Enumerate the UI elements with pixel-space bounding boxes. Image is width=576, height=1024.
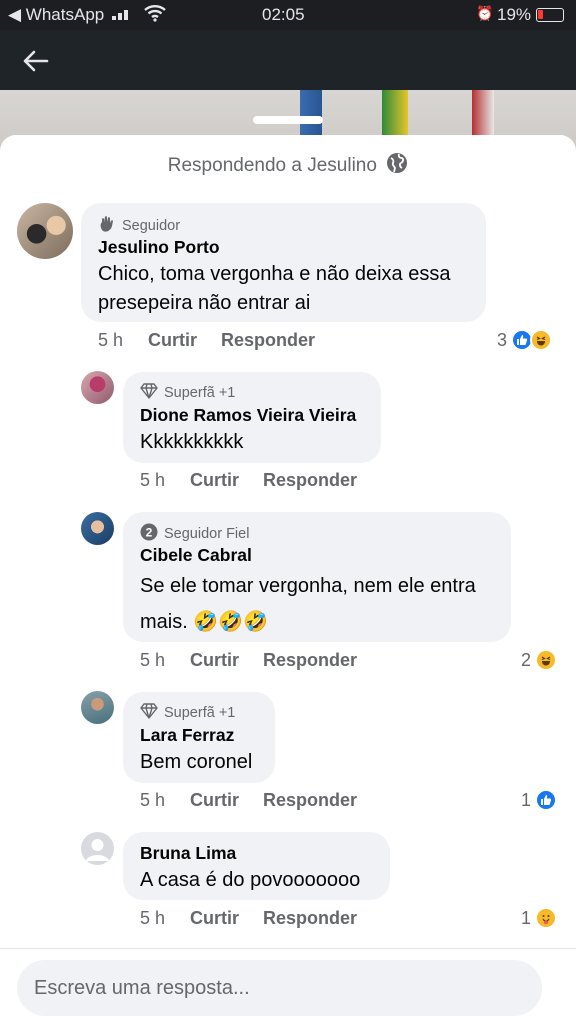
comment-time: 5 h bbox=[98, 330, 124, 350]
composer-divider bbox=[0, 948, 576, 949]
comment-author[interactable]: Dione Ramos Vieira Vieira bbox=[140, 405, 356, 426]
globe-icon bbox=[386, 152, 408, 180]
default-avatar-icon bbox=[86, 839, 109, 861]
like-button[interactable]: Curtir bbox=[148, 330, 197, 351]
diamond-icon bbox=[140, 703, 158, 723]
comment-actions: 5 h Curtir Responder bbox=[140, 470, 400, 494]
fan-badge: Seguidor bbox=[98, 215, 180, 237]
comment-text: Chico, toma vergonha e não deixa essa pr… bbox=[98, 263, 451, 314]
reaction-count: 2 bbox=[521, 649, 532, 670]
comment-text: A casa é do povooooooo bbox=[140, 869, 361, 891]
comment-actions: 5 h Curtir Responder bbox=[98, 330, 398, 354]
comment-author[interactable]: Lara Ferraz bbox=[140, 725, 234, 746]
reaction-summary[interactable]: 1 bbox=[521, 788, 558, 812]
like-reaction-icon bbox=[535, 789, 558, 811]
comment-time: 5 h bbox=[140, 650, 166, 670]
avatar[interactable] bbox=[81, 371, 114, 404]
reply-button[interactable]: Responder bbox=[263, 470, 357, 491]
reaction-count: 1 bbox=[521, 907, 532, 928]
back-arrow-icon[interactable] bbox=[18, 44, 52, 78]
reply-header-label: Respondendo a Jesulino bbox=[167, 155, 377, 176]
fan-badge: 2 Seguidor Fiel bbox=[140, 523, 249, 545]
like-button[interactable]: Curtir bbox=[190, 650, 239, 671]
wave-icon bbox=[98, 215, 116, 237]
avatar[interactable] bbox=[81, 832, 114, 865]
reply-button[interactable]: Responder bbox=[263, 908, 357, 929]
status-bar: ◀ WhatsApp 02:05 ⏰ 19% bbox=[0, 0, 576, 30]
reply-button[interactable]: Responder bbox=[263, 790, 357, 811]
comment-time: 5 h bbox=[140, 790, 166, 810]
comment-time: 5 h bbox=[140, 908, 166, 928]
battery-percent: 19% bbox=[497, 5, 532, 24]
like-button[interactable]: Curtir bbox=[190, 470, 239, 491]
comment-actions: 5 h Curtir Responder bbox=[140, 790, 400, 814]
replies-sheet: Respondendo a Jesulino Seguidor Jesulino… bbox=[0, 135, 576, 1024]
reply-header: Respondendo a Jesulino bbox=[0, 152, 576, 180]
reply-button[interactable]: Responder bbox=[221, 330, 315, 351]
care-reaction-icon bbox=[535, 907, 558, 929]
badge-label: Superfã +1 bbox=[164, 385, 236, 401]
avatar[interactable] bbox=[17, 203, 73, 259]
reply-input[interactable] bbox=[34, 960, 524, 1016]
haha-reaction-icon bbox=[530, 329, 553, 351]
battery-icon bbox=[536, 8, 564, 22]
svg-text:2: 2 bbox=[146, 526, 153, 540]
comment-author[interactable]: Jesulino Porto bbox=[98, 237, 220, 258]
reply-composer[interactable] bbox=[17, 960, 542, 1016]
comment-text: Kkkkkkkkkk bbox=[140, 431, 244, 453]
wifi-icon bbox=[144, 4, 166, 27]
fan-badge: Superfã +1 bbox=[140, 703, 235, 723]
avatar[interactable] bbox=[81, 512, 114, 545]
diamond-icon bbox=[140, 383, 158, 403]
level-2-icon: 2 bbox=[140, 523, 158, 545]
like-button[interactable]: Curtir bbox=[190, 908, 239, 929]
comment-time: 5 h bbox=[140, 470, 166, 490]
alarm-icon: ⏰ bbox=[476, 5, 494, 21]
haha-reaction-icon bbox=[535, 649, 558, 671]
avatar[interactable] bbox=[81, 691, 114, 724]
comment-actions: 5 h Curtir Responder bbox=[140, 650, 400, 674]
reaction-count: 1 bbox=[521, 789, 532, 810]
reaction-summary[interactable]: 2 bbox=[521, 648, 558, 672]
status-time: 02:05 bbox=[262, 5, 305, 24]
reply-button[interactable]: Responder bbox=[263, 650, 357, 671]
comment-author[interactable]: Cibele Cabral bbox=[140, 545, 252, 566]
comment-actions: 5 h Curtir Responder bbox=[140, 908, 400, 932]
comment-text: Se ele tomar vergonha, nem ele entra mai… bbox=[140, 575, 476, 633]
sheet-drag-handle[interactable] bbox=[253, 116, 323, 124]
back-to-app-link[interactable]: ◀ WhatsApp bbox=[8, 5, 104, 25]
top-header bbox=[0, 30, 576, 90]
badge-label: Seguidor bbox=[122, 218, 181, 234]
reaction-summary[interactable]: 3 bbox=[497, 328, 553, 352]
comment-text: Bem coronel bbox=[140, 751, 253, 773]
signal-icon bbox=[112, 10, 128, 20]
fan-badge: Superfã +1 bbox=[140, 383, 235, 403]
badge-label: Superfã +1 bbox=[164, 705, 236, 721]
reaction-summary[interactable]: 1 bbox=[521, 906, 558, 930]
badge-label: Seguidor Fiel bbox=[164, 526, 250, 542]
reaction-count: 3 bbox=[497, 329, 508, 350]
like-button[interactable]: Curtir bbox=[190, 790, 239, 811]
comment-author[interactable]: Bruna Lima bbox=[140, 843, 236, 864]
